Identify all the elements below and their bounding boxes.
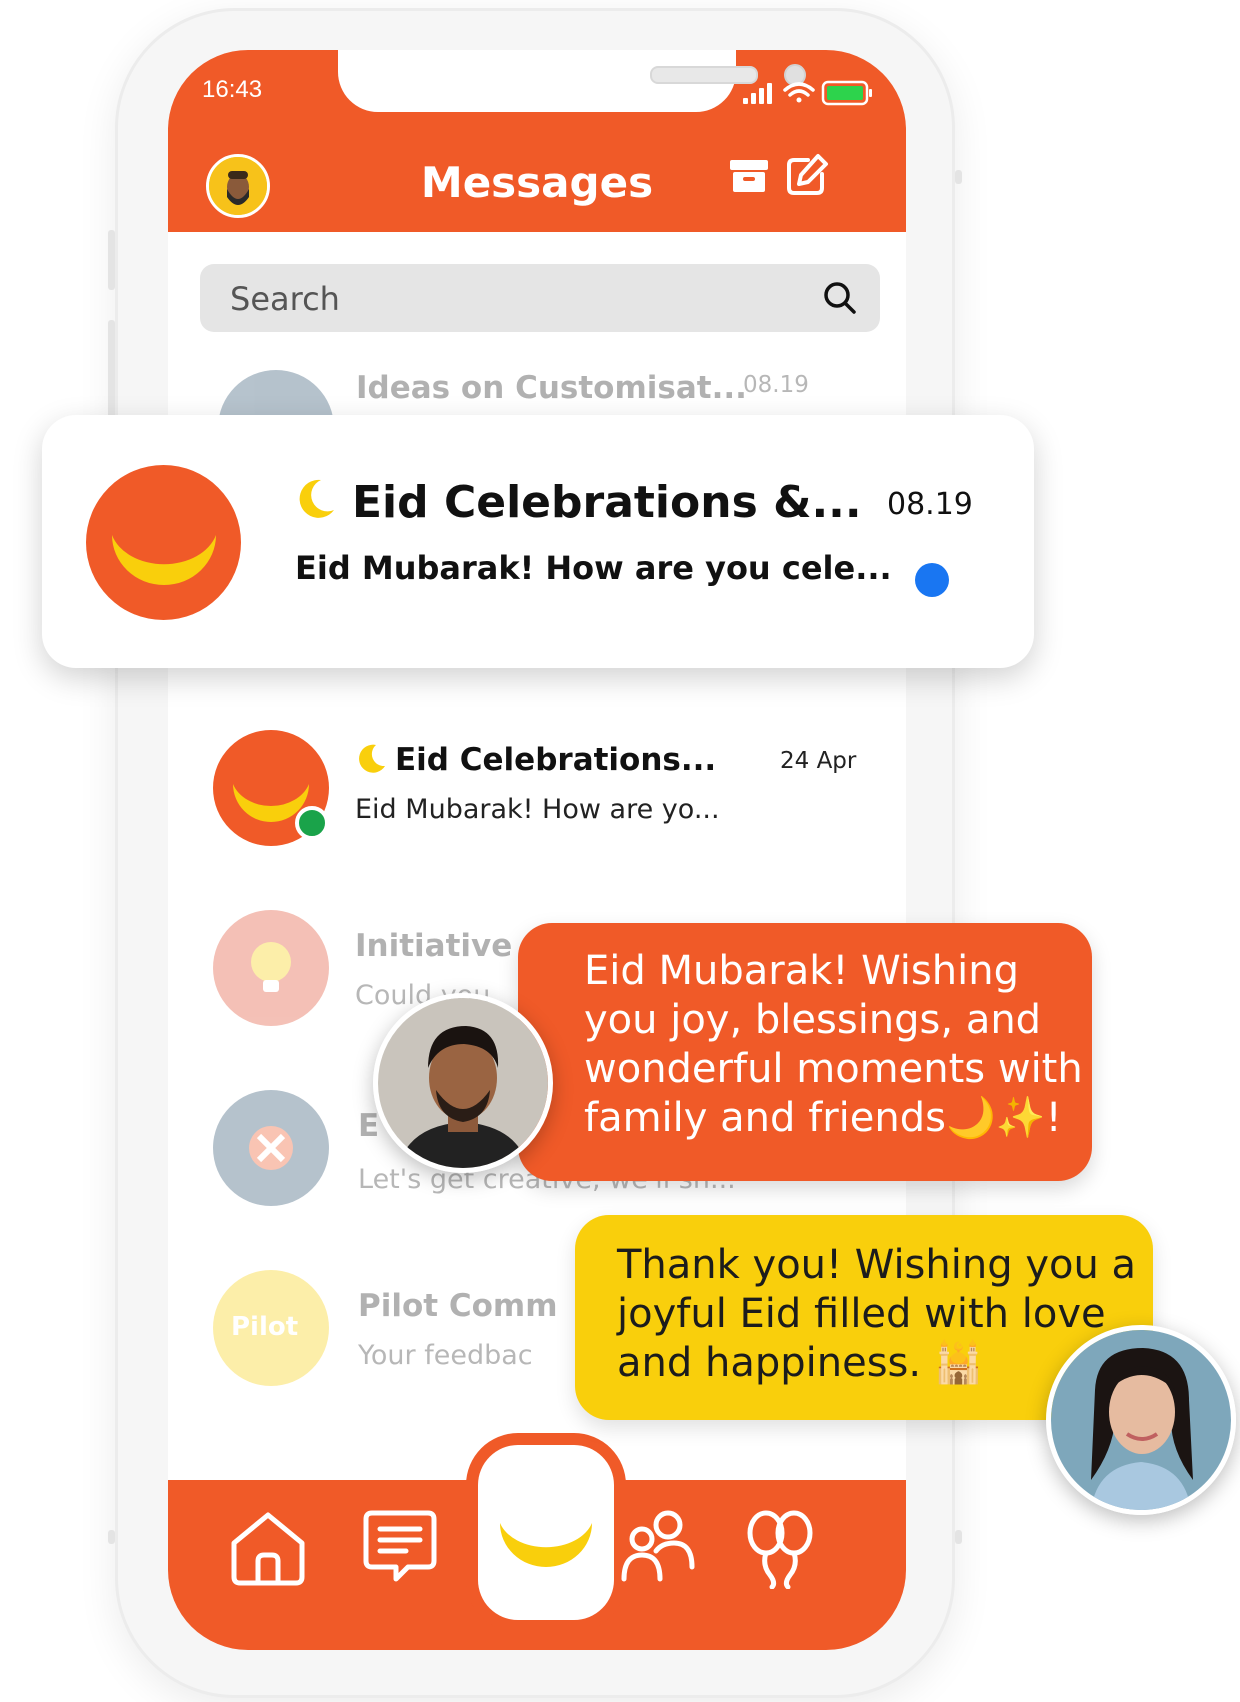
side-button-lower xyxy=(108,1530,115,1544)
balloons-icon[interactable] xyxy=(738,1505,822,1593)
conversation-title: Eid Celebrations &... xyxy=(352,477,862,528)
conversation-title: Initiative xyxy=(355,928,513,964)
list-item[interactable]: Eid Celebrations... 24 Apr Eid Mubarak! … xyxy=(168,730,906,860)
sender-avatar xyxy=(373,993,553,1173)
conversation-avatar: Pilot xyxy=(213,1270,329,1386)
conversation-preview: Your feedbac xyxy=(358,1340,533,1371)
highlighted-conversation-card[interactable]: Eid Celebrations &... 08.19 Eid Mubarak!… xyxy=(42,415,1034,668)
lightbulb-icon xyxy=(251,942,291,992)
conversation-title: Eid Celebrations... xyxy=(395,742,717,778)
notch xyxy=(338,50,806,112)
crescent-moon-icon xyxy=(500,1523,592,1567)
crescent-moon-icon xyxy=(291,477,337,527)
conversation-title: E xyxy=(358,1108,380,1144)
side-button-lower-right xyxy=(955,1530,962,1544)
mute-switch xyxy=(108,230,115,290)
side-button-upper-right xyxy=(955,170,962,184)
conversation-date: 08.19 xyxy=(743,372,809,398)
crescent-moon-icon xyxy=(112,535,216,585)
conversation-avatar xyxy=(213,1090,329,1206)
conversation-date: 24 Apr xyxy=(780,748,857,774)
chat-icon[interactable] xyxy=(358,1505,442,1593)
conversation-preview: Eid Mubarak! How are you cele... xyxy=(295,549,892,587)
incoming-message-bubble: Eid Mubarak! Wishing you joy, blessings,… xyxy=(518,923,1092,1181)
conversation-preview: Eid Mubarak! How are yo... xyxy=(355,794,720,825)
conversation-date: 08.19 xyxy=(887,487,973,522)
message-text: Thank you! Wishing you a joyful Eid fill… xyxy=(617,1242,1137,1386)
design-tools-icon xyxy=(249,1126,293,1170)
conversation-title: Ideas on Customisat... xyxy=(356,370,747,406)
online-indicator xyxy=(295,806,329,840)
volume-up-button xyxy=(108,320,115,430)
crescent-moon-icon xyxy=(354,742,388,780)
compose-icon[interactable] xyxy=(782,150,832,200)
recipient-avatar xyxy=(1046,1325,1236,1515)
battery-icon xyxy=(821,80,872,106)
conversation-avatar xyxy=(86,465,241,620)
home-icon[interactable] xyxy=(226,1505,310,1593)
status-time: 16:43 xyxy=(202,76,263,103)
conversation-title: Pilot Comm xyxy=(358,1288,558,1324)
unread-indicator xyxy=(915,563,949,597)
signal-icon xyxy=(743,83,772,104)
archive-icon[interactable] xyxy=(724,150,774,200)
search-input[interactable]: Search xyxy=(230,280,340,318)
center-tab-button[interactable] xyxy=(478,1445,614,1620)
message-text: Eid Mubarak! Wishing you joy, blessings,… xyxy=(584,948,1083,1141)
people-icon[interactable] xyxy=(616,1505,700,1593)
search-icon[interactable] xyxy=(820,278,860,322)
search-bar[interactable]: Search xyxy=(200,264,880,332)
conversation-avatar xyxy=(213,910,329,1026)
status-icons xyxy=(743,78,883,112)
avatar-label: Pilot xyxy=(231,1312,299,1342)
speaker xyxy=(650,66,758,84)
wifi-icon xyxy=(783,82,815,103)
